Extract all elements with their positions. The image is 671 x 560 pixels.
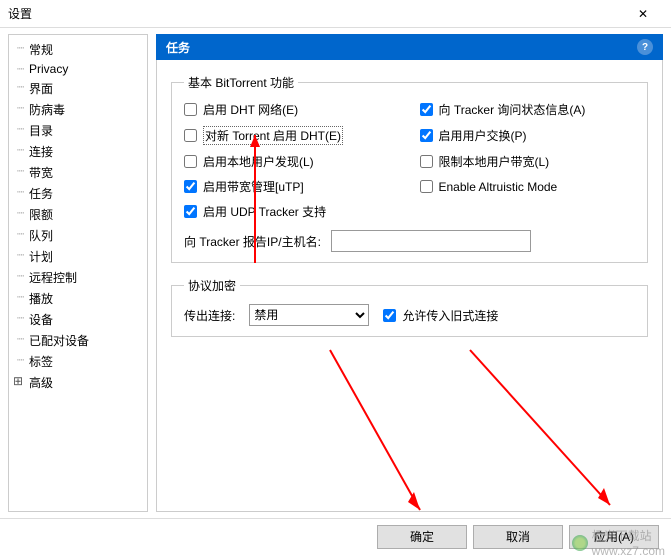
sidebar: 常规Privacy界面防病毒目录连接带宽任务限额队列计划远程控制播放设备已配对设… (8, 34, 148, 512)
checkbox-utp[interactable] (184, 180, 197, 193)
content-pane: 任务 ? 基本 BitTorrent 功能 启用 DHT 网络(E) 向 Tra… (156, 34, 663, 512)
label-dht-new: 对新 Torrent 启用 DHT(E) (203, 126, 343, 145)
close-icon: ✕ (638, 7, 648, 21)
sidebar-item-7[interactable]: 任务 (9, 183, 147, 204)
option-altruistic[interactable]: Enable Altruistic Mode (420, 178, 636, 195)
checkbox-pex[interactable] (420, 129, 433, 142)
option-tracker[interactable]: 向 Tracker 询问状态信息(A) (420, 101, 636, 118)
watermark-url: www.xz7.com (592, 544, 665, 558)
titlebar: 设置 ✕ (0, 0, 671, 28)
outgoing-select[interactable]: 禁用 (249, 304, 369, 326)
ip-label: 向 Tracker 报告IP/主机名: (184, 233, 321, 250)
label-lpd: 启用本地用户发现(L) (203, 153, 314, 170)
option-udp-tracker[interactable]: 启用 UDP Tracker 支持 (184, 203, 400, 220)
help-icon[interactable]: ? (637, 39, 653, 55)
group-basic-legend: 基本 BitTorrent 功能 (184, 74, 298, 91)
group-encryption: 协议加密 传出连接: 禁用 允许传入旧式连接 (171, 277, 648, 337)
sidebar-item-12[interactable]: 播放 (9, 288, 147, 309)
label-allow-incoming: 允许传入旧式连接 (402, 307, 498, 324)
checkbox-dht-new[interactable] (184, 129, 197, 142)
label-dht: 启用 DHT 网络(E) (203, 101, 298, 118)
sidebar-item-2[interactable]: 界面 (9, 78, 147, 99)
checkbox-tracker[interactable] (420, 103, 433, 116)
option-limit-local[interactable]: 限制本地用户带宽(L) (420, 153, 636, 170)
sidebar-item-15[interactable]: 标签 (9, 351, 147, 372)
sidebar-item-6[interactable]: 带宽 (9, 162, 147, 183)
label-limit-local: 限制本地用户带宽(L) (439, 153, 550, 170)
cancel-button[interactable]: 取消 (473, 525, 563, 549)
outgoing-label: 传出连接: (184, 307, 235, 324)
ok-button[interactable]: 确定 (377, 525, 467, 549)
sidebar-item-10[interactable]: 计划 (9, 246, 147, 267)
sidebar-item-5[interactable]: 连接 (9, 141, 147, 162)
label-pex: 启用用户交换(P) (439, 127, 527, 144)
sidebar-item-8[interactable]: 限额 (9, 204, 147, 225)
option-dht-new[interactable]: 对新 Torrent 启用 DHT(E) (184, 126, 400, 145)
group-basic: 基本 BitTorrent 功能 启用 DHT 网络(E) 向 Tracker … (171, 74, 648, 263)
sidebar-item-0[interactable]: 常规 (9, 39, 147, 60)
label-utp: 启用带宽管理[uTP] (203, 178, 304, 195)
checkbox-allow-incoming[interactable] (383, 309, 396, 322)
content-header: 任务 ? (156, 34, 663, 60)
option-lpd[interactable]: 启用本地用户发现(L) (184, 153, 400, 170)
watermark-text: 极光下载站 (592, 527, 665, 544)
sidebar-item-9[interactable]: 队列 (9, 225, 147, 246)
label-tracker: 向 Tracker 询问状态信息(A) (439, 101, 586, 118)
checkbox-udp-tracker[interactable] (184, 205, 197, 218)
sidebar-item-4[interactable]: 目录 (9, 120, 147, 141)
checkbox-altruistic[interactable] (420, 180, 433, 193)
checkbox-lpd[interactable] (184, 155, 197, 168)
sidebar-item-11[interactable]: 远程控制 (9, 267, 147, 288)
option-allow-incoming[interactable]: 允许传入旧式连接 (383, 307, 498, 324)
option-pex[interactable]: 启用用户交换(P) (420, 126, 636, 145)
sidebar-item-13[interactable]: 设备 (9, 309, 147, 330)
close-button[interactable]: ✕ (623, 0, 663, 28)
sidebar-item-14[interactable]: 已配对设备 (9, 330, 147, 351)
window-title: 设置 (8, 5, 623, 22)
watermark: 极光下载站 www.xz7.com (572, 527, 665, 558)
footer: 确定 取消 应用(A) (0, 518, 671, 554)
watermark-logo-icon (572, 535, 588, 551)
group-encryption-legend: 协议加密 (184, 277, 240, 294)
checkbox-dht[interactable] (184, 103, 197, 116)
label-altruistic: Enable Altruistic Mode (439, 180, 558, 194)
checkbox-limit-local[interactable] (420, 155, 433, 168)
option-utp[interactable]: 启用带宽管理[uTP] (184, 178, 400, 195)
ip-input[interactable] (331, 230, 531, 252)
sidebar-item-1[interactable]: Privacy (9, 60, 147, 78)
sidebar-item-3[interactable]: 防病毒 (9, 99, 147, 120)
label-udp-tracker: 启用 UDP Tracker 支持 (203, 203, 326, 220)
page-title: 任务 (166, 39, 190, 56)
sidebar-item-16[interactable]: 高级 (9, 372, 147, 393)
ip-row: 向 Tracker 报告IP/主机名: (184, 230, 635, 252)
option-dht[interactable]: 启用 DHT 网络(E) (184, 101, 400, 118)
